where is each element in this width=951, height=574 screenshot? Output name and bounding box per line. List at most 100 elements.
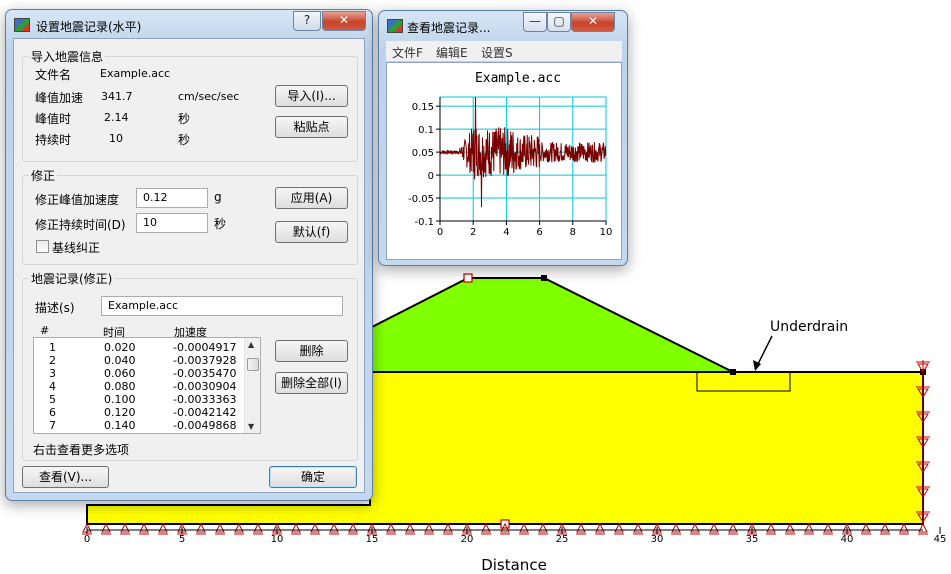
scroll-down-icon[interactable]: ▼ bbox=[248, 422, 254, 431]
row-index: 4 bbox=[49, 380, 56, 393]
apply-button[interactable]: 应用(A) bbox=[275, 187, 348, 209]
vertex-marker[interactable] bbox=[730, 369, 736, 375]
support-symbol bbox=[633, 522, 643, 535]
minimize-button[interactable]: — bbox=[523, 12, 547, 32]
chart-axes: 0 2 4 6 8 10 0.15 0.1 0.05 0 -0.05 -0.1 bbox=[408, 97, 612, 238]
acceleration-chart[interactable]: Example.acc 0 2 4 6 8 10 0.15 0.1 0.05 0 -0.05 -0.1 bbox=[387, 63, 621, 259]
support-symbol bbox=[348, 522, 358, 535]
row-acceleration: -0.0033363 bbox=[173, 393, 237, 406]
row-acceleration: -0.0004917 bbox=[173, 341, 237, 354]
support-symbol bbox=[804, 522, 814, 535]
hint-text: 右击查看更多选项 bbox=[33, 443, 130, 457]
description-label: 描述(s) bbox=[35, 301, 75, 315]
vertex-marker[interactable] bbox=[541, 275, 547, 281]
close-button[interactable]: ✕ bbox=[322, 11, 366, 31]
peak-acc-label: 峰值加速 bbox=[35, 91, 84, 105]
list-item[interactable]: 2 0.040 -0.0037928 bbox=[34, 354, 244, 367]
viewer-menubar: 文件F 编辑E 设置S bbox=[386, 41, 622, 61]
help-button[interactable]: ? bbox=[293, 11, 321, 31]
x-tick-label: 15 bbox=[366, 534, 379, 545]
support-symbol bbox=[595, 522, 605, 535]
support-symbol bbox=[120, 522, 130, 535]
list-item[interactable]: 3 0.060 -0.0035470 bbox=[34, 367, 244, 380]
support-symbol bbox=[405, 522, 415, 535]
support-symbol bbox=[253, 522, 263, 535]
support-symbol bbox=[443, 522, 453, 535]
close-icon: ✕ bbox=[587, 14, 599, 28]
list-item[interactable]: 7 0.140 -0.0049868 bbox=[34, 419, 244, 432]
ok-button[interactable]: 确定 bbox=[269, 466, 357, 488]
row-acceleration: -0.0049868 bbox=[173, 419, 237, 432]
support-symbol bbox=[139, 522, 149, 535]
support-symbol bbox=[709, 522, 719, 535]
vertex-marker[interactable] bbox=[463, 273, 473, 283]
y-tick-label: -0.05 bbox=[408, 194, 434, 205]
row-time: 0.020 bbox=[104, 341, 136, 354]
support-symbol bbox=[785, 522, 795, 535]
baseline-checkbox[interactable] bbox=[36, 240, 49, 253]
app-icon bbox=[14, 18, 30, 32]
view-button[interactable]: 查看(V)... bbox=[22, 466, 109, 488]
support-symbol bbox=[766, 522, 776, 535]
default-button[interactable]: 默认(f) bbox=[275, 221, 348, 243]
corrected-peak-unit: g bbox=[214, 190, 222, 204]
menu-file[interactable]: 文件F bbox=[392, 44, 423, 61]
delete-all-button[interactable]: 删除全部(l) bbox=[275, 372, 348, 394]
menu-edit[interactable]: 编辑E bbox=[436, 44, 468, 61]
duration-value: 10 bbox=[109, 132, 123, 145]
support-symbol bbox=[481, 522, 491, 535]
x-tick-label: 6 bbox=[536, 227, 542, 238]
close-icon: ✕ bbox=[338, 13, 350, 27]
baseline-label[interactable]: 基线纠正 bbox=[52, 239, 100, 256]
viewer-titlebar[interactable]: 查看地震记录... — ▢ ✕ bbox=[379, 11, 627, 39]
viewer-client: Example.acc 0 2 4 6 8 10 0.15 0.1 0.05 0 -0.05 -0.1 bbox=[386, 62, 622, 260]
description-input[interactable]: Example.acc bbox=[101, 296, 343, 316]
y-tick-label: 0.05 bbox=[412, 148, 434, 159]
duration-label: 持续时 bbox=[35, 133, 72, 147]
paste-points-button[interactable]: 粘贴点 bbox=[275, 116, 348, 138]
viewer-close-button[interactable]: ✕ bbox=[571, 12, 615, 32]
maximize-button[interactable]: ▢ bbox=[547, 12, 571, 32]
row-time: 0.140 bbox=[104, 419, 136, 432]
import-group-title: 导入地震信息 bbox=[29, 48, 106, 65]
row-acceleration: -0.0035470 bbox=[173, 367, 237, 380]
scroll-up-icon[interactable]: ▲ bbox=[248, 340, 254, 349]
record-list[interactable]: 1 0.020 -0.0004917 2 0.040 -0.0037928 3 0.060 -0… bbox=[33, 337, 261, 434]
embankment-region[interactable] bbox=[369, 277, 734, 373]
support-symbol bbox=[196, 522, 206, 535]
support-symbol bbox=[158, 522, 168, 535]
list-item[interactable]: 4 0.080 -0.0030904 bbox=[34, 380, 244, 393]
row-index: 2 bbox=[49, 354, 56, 367]
row-time: 0.040 bbox=[104, 354, 136, 367]
x-tick-label: 40 bbox=[841, 534, 854, 545]
x-tick-label: 10 bbox=[271, 534, 284, 545]
list-item[interactable]: 1 0.020 -0.0004917 bbox=[34, 341, 244, 354]
x-axis-label: Distance bbox=[481, 556, 547, 574]
support-symbol bbox=[690, 522, 700, 535]
dialog-titlebar[interactable]: 设置地震记录(水平) ? ✕ bbox=[6, 10, 372, 38]
maximize-icon: ▢ bbox=[553, 14, 565, 28]
menu-settings[interactable]: 设置S bbox=[481, 44, 513, 61]
corrected-peak-input[interactable]: 0.12 bbox=[136, 188, 208, 208]
record-group: 地震记录(修正) 描述(s) Example.acc # 时间 加速度 1 0.0… bbox=[22, 270, 358, 461]
row-index: 3 bbox=[49, 367, 56, 380]
dialog-client: 导入地震信息 文件名 Example.acc 峰值加速 341.7 cm/sec… bbox=[13, 38, 365, 493]
support-symbol bbox=[861, 522, 871, 535]
file-name-label: 文件名 bbox=[35, 68, 72, 82]
scroll-thumb[interactable] bbox=[247, 358, 259, 371]
row-index: 7 bbox=[49, 419, 56, 432]
list-scrollbar[interactable]: ▲ ▼ bbox=[244, 338, 260, 433]
support-symbol bbox=[576, 522, 586, 535]
delete-button[interactable]: 删除 bbox=[275, 340, 348, 362]
x-tick-label: 5 bbox=[179, 534, 185, 545]
corrected-duration-input[interactable]: 10 bbox=[136, 213, 208, 233]
list-item[interactable]: 5 0.100 -0.0033363 bbox=[34, 393, 244, 406]
list-item[interactable]: 6 0.120 -0.0042142 bbox=[34, 406, 244, 419]
duration-unit: 秒 bbox=[178, 133, 191, 147]
underdrain-label: Underdrain bbox=[770, 319, 848, 335]
support-symbol bbox=[424, 522, 434, 535]
y-tick-label: 0.15 bbox=[412, 102, 434, 113]
import-button[interactable]: 导入(I)... bbox=[275, 85, 348, 107]
peak-acc-value: 341.7 bbox=[101, 90, 133, 103]
record-group-title: 地震记录(修正) bbox=[29, 270, 115, 287]
